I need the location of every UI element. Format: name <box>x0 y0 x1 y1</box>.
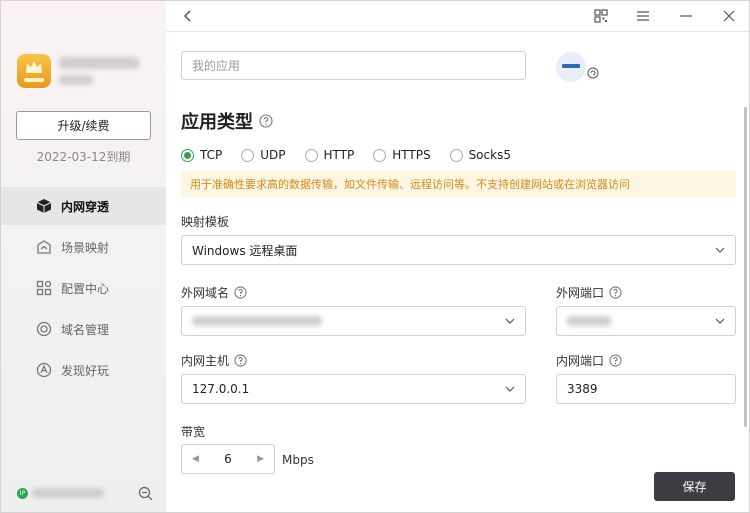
crown-icon <box>26 61 42 73</box>
radio-dot <box>181 148 194 162</box>
main-content: 我的应用 应用类型 TCP UDP HTTP HTTPS Socks5 用于准确… <box>166 32 749 512</box>
ext-domain-redacted <box>192 316 322 326</box>
close-icon[interactable] <box>721 8 737 24</box>
int-host-label: 内网主机 <box>181 352 247 369</box>
app-icon-line <box>562 64 580 68</box>
radio-label: UDP <box>260 148 286 162</box>
radio-tcp[interactable]: TCP <box>181 148 222 162</box>
sidebar-item-label: 内网穿透 <box>61 199 110 214</box>
radio-label: HTTP <box>323 148 355 162</box>
ext-domain-label-text: 外网域名 <box>181 286 230 300</box>
ext-port-select[interactable] <box>556 306 736 336</box>
sidebar-item-label: 域名管理 <box>61 322 110 337</box>
app-type-title-text: 应用类型 <box>181 112 253 133</box>
chevron-down-icon <box>715 247 725 253</box>
template-select[interactable]: Windows 远程桌面 <box>181 235 736 265</box>
discover-icon <box>36 362 52 378</box>
increment-icon[interactable]: ▶ <box>257 454 264 464</box>
int-port-label-text: 内网端口 <box>556 354 605 368</box>
app-name-input[interactable]: 我的应用 <box>181 51 526 80</box>
help-icon[interactable] <box>234 286 247 299</box>
app-type-title: 应用类型 <box>181 108 273 134</box>
chevron-down-icon <box>715 318 725 324</box>
radio-dot <box>373 148 387 162</box>
title-bar <box>166 1 749 32</box>
expire-date: 2022-03-12到期 <box>36 150 131 164</box>
template-label-text: 映射模板 <box>181 215 230 229</box>
decrement-icon[interactable]: ◀ <box>192 454 199 464</box>
avatar[interactable] <box>17 54 51 88</box>
int-port-input[interactable]: 3389 <box>556 374 736 404</box>
avatar-bar <box>24 78 44 82</box>
int-port-value: 3389 <box>567 382 598 396</box>
bandwidth-stepper[interactable]: ◀ 6 ▶ <box>181 444 275 474</box>
sidebar-nav: 内网穿透 场景映射 配置中心 域名管理 发现好玩 <box>1 187 166 392</box>
ext-domain-label: 外网域名 <box>181 284 247 301</box>
int-host-label-text: 内网主机 <box>181 354 230 368</box>
protocol-radio-group: TCP UDP HTTP HTTPS Socks5 <box>181 148 530 162</box>
chevron-down-icon <box>505 318 515 324</box>
sidebar-item-scene[interactable]: 场景映射 <box>1 228 166 266</box>
save-button[interactable]: 保存 <box>654 472 735 501</box>
help-icon[interactable] <box>259 114 273 128</box>
ext-port-label-text: 外网端口 <box>556 286 605 300</box>
sidebar-item-discover[interactable]: 发现好玩 <box>1 351 166 389</box>
scrollbar[interactable] <box>744 107 747 427</box>
sidebar: 升级/续费 2022-03-12到期 内网穿透 场景映射 配置中心 域名管理 发… <box>1 1 166 512</box>
scene-icon <box>37 240 51 254</box>
int-host-value: 127.0.0.1 <box>192 382 250 396</box>
user-level-redacted <box>59 75 93 85</box>
sidebar-item-label: 场景映射 <box>61 240 110 255</box>
template-value: Windows 远程桌面 <box>192 243 298 258</box>
bandwidth-unit: Mbps <box>282 453 314 467</box>
radio-dot <box>304 148 318 162</box>
refresh-icon[interactable] <box>587 67 599 79</box>
radio-label: Socks5 <box>468 148 511 162</box>
help-icon[interactable] <box>234 354 247 367</box>
int-port-label: 内网端口 <box>556 352 622 369</box>
template-label: 映射模板 <box>181 213 229 230</box>
ext-port-redacted <box>567 316 611 326</box>
radio-label: HTTPS <box>392 148 431 162</box>
sidebar-item-label: 发现好玩 <box>61 363 110 378</box>
radio-udp[interactable]: UDP <box>241 148 286 162</box>
radio-dot <box>241 148 255 162</box>
ext-port-label: 外网端口 <box>556 284 622 301</box>
sidebar-item-label: 配置中心 <box>61 281 110 296</box>
domain-icon <box>36 321 52 337</box>
bandwidth-label-text: 带宽 <box>181 425 206 439</box>
radio-dot <box>449 148 463 162</box>
qr-icon[interactable] <box>593 8 609 24</box>
radio-label: TCP <box>200 148 223 162</box>
ext-domain-select[interactable] <box>181 306 526 336</box>
bandwidth-value: 6 <box>224 452 232 466</box>
app-icon[interactable] <box>556 52 586 82</box>
zoom-out-icon[interactable] <box>138 486 153 501</box>
minimize-icon[interactable] <box>678 8 694 24</box>
bandwidth-label: 带宽 <box>181 423 205 440</box>
sidebar-item-config[interactable]: 配置中心 <box>1 269 166 307</box>
grid-icon <box>36 280 52 296</box>
back-icon[interactable] <box>180 8 196 24</box>
cube-icon <box>36 199 52 213</box>
menu-icon[interactable] <box>635 8 651 24</box>
protocol-notice: 用于准确性要求高的数据传输，如文件传输、远程访问等。不支持创建网站或在浏览器访问 <box>181 171 736 197</box>
username-redacted <box>59 57 139 69</box>
radio-https[interactable]: HTTPS <box>373 148 431 162</box>
help-icon[interactable] <box>609 286 622 299</box>
int-host-select[interactable]: 127.0.0.1 <box>181 374 526 404</box>
upgrade-button[interactable]: 升级/续费 <box>16 111 151 140</box>
sidebar-item-domain[interactable]: 域名管理 <box>1 310 166 348</box>
radio-http[interactable]: HTTP <box>304 148 355 162</box>
radio-socks5[interactable]: Socks5 <box>449 148 511 162</box>
ip-address-redacted <box>32 488 104 498</box>
sidebar-item-tunnel[interactable]: 内网穿透 <box>1 187 166 225</box>
help-icon[interactable] <box>609 354 622 367</box>
ip-badge: IP <box>17 488 28 499</box>
chevron-down-icon <box>505 386 515 392</box>
app-window: 升级/续费 2022-03-12到期 内网穿透 场景映射 配置中心 域名管理 发… <box>0 0 750 513</box>
